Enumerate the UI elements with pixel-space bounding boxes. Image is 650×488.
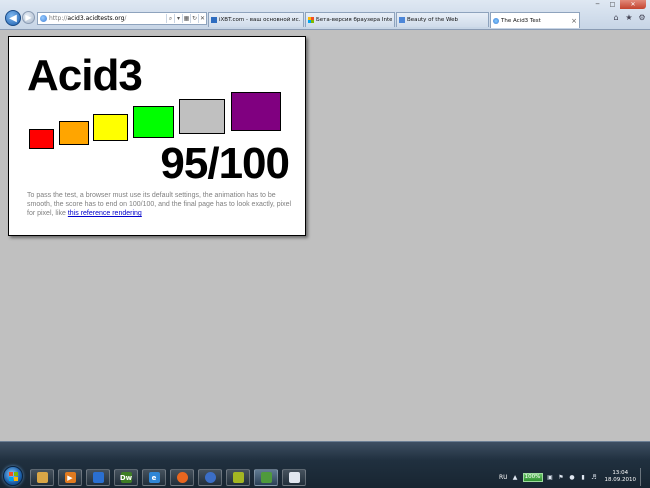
folder-icon — [36, 472, 48, 483]
compatibility-icon[interactable]: ▦ — [182, 14, 190, 23]
command-icons: ⌂ ★ ⚙ — [612, 14, 646, 22]
home-icon[interactable]: ⌂ — [612, 14, 620, 22]
taskbar: ▶ Dw e RU ▲ 100% ▣ ⚑ ● ▮ ♬ 13:04 18.09.2… — [0, 441, 650, 488]
dreamweaver-icon: Dw — [119, 472, 133, 483]
bucket-3 — [93, 114, 128, 141]
clock-time: 13:04 — [612, 470, 629, 476]
bucket-6 — [231, 92, 281, 131]
taskbar-internet-explorer[interactable]: e — [142, 469, 166, 486]
taskbar-media-center[interactable] — [254, 469, 278, 486]
favorites-star-icon[interactable]: ★ — [625, 14, 633, 22]
back-button[interactable]: ◀ — [5, 10, 21, 26]
floppy-icon — [92, 472, 104, 483]
tab-label: Бета-версия браузера Interne... — [316, 17, 392, 23]
tab-label: The Acid3 Test — [501, 17, 541, 24]
firefox-icon — [176, 472, 188, 483]
battery-indicator[interactable]: 100% — [522, 472, 543, 482]
tray-expand-icon[interactable]: ▲ — [512, 474, 519, 481]
windows-logo-icon — [8, 471, 18, 481]
play-icon: ▶ — [64, 472, 76, 483]
taskbar-explorer[interactable] — [30, 469, 54, 486]
site-icon — [211, 17, 217, 23]
bucket-2 — [59, 121, 89, 145]
arrow-left-icon: ◀ — [9, 12, 17, 24]
show-desktop-button[interactable] — [640, 468, 648, 486]
tab-ie-beta[interactable]: Бета-версия браузера Interne... — [305, 12, 395, 27]
taskbar-save[interactable] — [86, 469, 110, 486]
network-icon[interactable]: ▣ — [547, 474, 554, 481]
bucket-4 — [133, 106, 174, 138]
bucket-1 — [29, 129, 54, 149]
forward-button[interactable]: ▶ — [22, 11, 35, 24]
acid3-title: Acid3 — [27, 51, 143, 100]
thunderbird-icon — [204, 472, 216, 483]
taskbar-dreamweaver[interactable]: Dw — [114, 469, 138, 486]
maximize-button[interactable]: □ — [605, 0, 620, 9]
search-icon[interactable]: ⌕ — [166, 14, 174, 23]
internet-explorer-icon: e — [148, 472, 160, 483]
tools-gear-icon[interactable]: ⚙ — [638, 14, 646, 22]
tab-ixbt[interactable]: iXBT.com - ваш основной ис... — [208, 12, 304, 27]
stop-icon[interactable]: ✕ — [198, 14, 206, 23]
clock[interactable]: 13:04 18.09.2010 — [605, 470, 637, 484]
volume-icon[interactable]: ♬ — [591, 474, 598, 481]
taskbar-media-player[interactable]: ▶ — [58, 469, 82, 486]
refresh-icon[interactable]: ↻ — [190, 14, 198, 23]
arrow-right-icon: ▶ — [25, 13, 32, 22]
acid3-description: To pass the test, a browser must use its… — [27, 192, 292, 217]
browser-chrome: ◀ ▶ http://acid3.acidtests.org/ ⌕ ▾ ▦ ↻ … — [0, 0, 650, 30]
dropdown-icon[interactable]: ▾ — [174, 14, 182, 23]
tab-strip: iXBT.com - ваш основной ис... Бета-верси… — [208, 12, 581, 28]
tab-acid3[interactable]: The Acid3 Test × — [490, 12, 580, 28]
utility-icon — [232, 472, 244, 483]
minimize-button[interactable]: ─ — [590, 0, 605, 9]
start-button[interactable] — [3, 466, 23, 486]
wifi-signal-icon[interactable]: ▮ — [580, 474, 587, 481]
acid3-result-box: Acid3 95/100 To pass the test, a browser… — [8, 36, 306, 236]
document-icon — [288, 472, 300, 483]
system-tray: RU ▲ 100% ▣ ⚑ ● ▮ ♬ 13:04 18.09.2010 — [499, 468, 648, 486]
url-text[interactable]: http://acid3.acidtests.org/ — [49, 15, 166, 22]
update-icon[interactable]: ● — [569, 474, 576, 481]
tab-beauty-of-the-web[interactable]: Beauty of the Web — [396, 12, 489, 27]
bucket-5 — [179, 99, 225, 134]
clock-date: 18.09.2010 — [604, 477, 637, 483]
taskbar-thunderbird[interactable] — [198, 469, 222, 486]
acid3-score: 95/100 — [160, 139, 290, 188]
close-tab-icon[interactable]: × — [571, 17, 577, 25]
media-center-icon — [260, 472, 272, 483]
page-icon — [399, 17, 405, 23]
taskbar-utility[interactable] — [226, 469, 250, 486]
taskbar-document[interactable] — [282, 469, 306, 486]
close-window-button[interactable]: ✕ — [620, 0, 646, 9]
tab-label: Beauty of the Web — [407, 17, 458, 23]
globe-icon — [493, 17, 499, 24]
address-bar[interactable]: http://acid3.acidtests.org/ ⌕ ▾ ▦ ↻ ✕ — [37, 12, 207, 25]
reference-rendering-link[interactable]: this reference rendering — [68, 210, 142, 217]
taskbar-firefox[interactable] — [170, 469, 194, 486]
language-indicator[interactable]: RU — [499, 474, 508, 481]
action-center-flag-icon[interactable]: ⚑ — [558, 474, 565, 481]
windows-icon — [308, 17, 314, 23]
page-viewport: Acid3 95/100 To pass the test, a browser… — [0, 30, 650, 441]
tab-label: iXBT.com - ваш основной ис... — [219, 17, 301, 23]
window-controls: ─ □ ✕ — [590, 0, 646, 9]
globe-icon — [40, 15, 47, 22]
